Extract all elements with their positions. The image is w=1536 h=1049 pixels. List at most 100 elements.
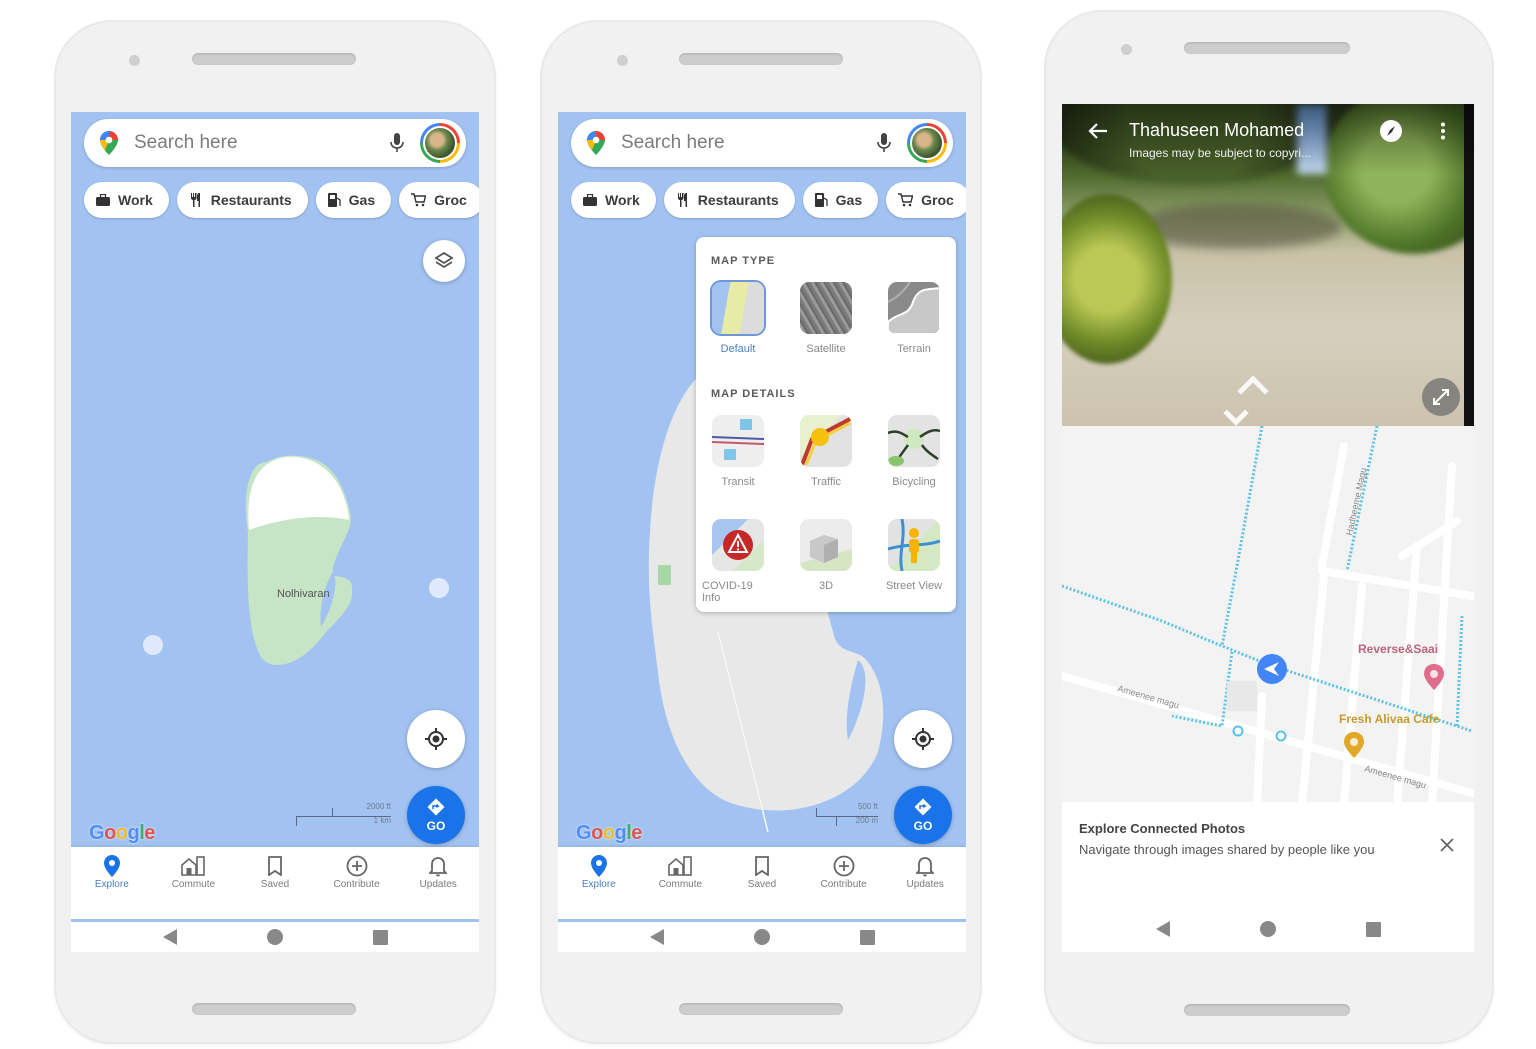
place-label-fresh-alivaa-cafe[interactable]: Fresh Alivaa Cafe <box>1339 712 1439 726</box>
chip-label: Restaurants <box>697 192 779 208</box>
briefcase-icon <box>583 194 597 206</box>
chip-restaurants[interactable]: Restaurants <box>176 182 308 218</box>
chip-label: Work <box>118 192 153 208</box>
screen: Nolhivaran Search here Work Restaurants <box>71 112 479 952</box>
go-directions-button[interactable]: GO <box>894 786 952 844</box>
scale-secondary: 1 km <box>373 816 391 825</box>
more-vert-icon[interactable] <box>1440 122 1446 140</box>
back-triangle-icon[interactable] <box>1155 921 1170 937</box>
system-navigation-bar <box>1062 914 1474 944</box>
updates-bell-icon <box>429 853 448 879</box>
detail-traffic[interactable]: Traffic <box>790 415 862 488</box>
my-location-button[interactable] <box>894 710 952 768</box>
park <box>658 565 671 585</box>
compass-icon[interactable] <box>1380 120 1402 142</box>
navigate-back-arrow[interactable] <box>1223 400 1249 426</box>
search-bar[interactable]: Search here <box>84 119 466 167</box>
google-maps-pin-icon <box>587 131 605 160</box>
back-triangle-icon[interactable] <box>649 929 664 945</box>
navigate-forward-arrow[interactable] <box>1237 375 1269 407</box>
commute-icon <box>667 853 693 879</box>
chip-groceries[interactable]: Groc <box>886 182 966 218</box>
chip-gas[interactable]: Gas <box>315 182 392 218</box>
recents-square-icon[interactable] <box>859 929 875 945</box>
category-chips: Work Restaurants Gas Groc <box>571 182 966 218</box>
chip-restaurants[interactable]: Restaurants <box>663 182 795 218</box>
scale-secondary: 200 m <box>855 816 878 825</box>
front-camera <box>129 55 140 66</box>
detail-bicycling[interactable]: Bicycling <box>878 415 950 488</box>
option-label: Default <box>720 343 756 355</box>
account-avatar[interactable] <box>420 123 460 163</box>
nav-saved[interactable]: Saved <box>236 853 314 890</box>
nav-contribute[interactable]: Contribute <box>805 853 883 890</box>
go-directions-button[interactable]: GO <box>407 786 465 844</box>
screen: Search here Work Restaurants Gas Groc MA… <box>558 112 966 952</box>
explore-pin-icon <box>103 853 120 879</box>
system-navigation-bar <box>71 922 479 952</box>
nav-label: Contribute <box>820 879 867 890</box>
nav-commute[interactable]: Commute <box>154 853 232 890</box>
nav-contribute[interactable]: Contribute <box>318 853 396 890</box>
chip-work[interactable]: Work <box>571 182 656 218</box>
map-type-default[interactable]: Default <box>702 282 774 355</box>
home-circle-icon[interactable] <box>753 929 770 945</box>
chip-label: Gas <box>348 192 376 208</box>
explore-pin-icon <box>590 853 607 879</box>
nav-updates[interactable]: Updates <box>399 853 477 890</box>
my-location-button[interactable] <box>407 710 465 768</box>
street-map-canvas: Ameenee magu Ameenee magu Hadheeme Magu <box>1062 426 1474 804</box>
account-avatar[interactable] <box>907 123 947 163</box>
nav-explore[interactable]: Explore <box>73 853 151 890</box>
google-maps-pin-icon <box>100 131 118 160</box>
briefcase-icon <box>96 194 110 206</box>
chip-groceries[interactable]: Groc <box>399 182 479 218</box>
nav-explore[interactable]: Explore <box>560 853 638 890</box>
detail-transit[interactable]: Transit <box>702 415 774 488</box>
detail-3d[interactable]: 3D <box>790 519 862 592</box>
map-type-satellite[interactable]: Satellite <box>790 282 862 355</box>
back-arrow-icon[interactable] <box>1088 122 1108 140</box>
nav-commute[interactable]: Commute <box>641 853 719 890</box>
search-bar[interactable]: Search here <box>571 119 953 167</box>
microphone-icon[interactable] <box>877 132 891 159</box>
phone-frame-street-view: Thahuseen Mohamed Images may be subject … <box>1046 12 1492 1042</box>
contribute-plus-icon <box>346 853 368 879</box>
search-input[interactable]: Search here <box>621 132 725 154</box>
layers-button[interactable] <box>423 240 465 282</box>
close-icon[interactable] <box>1440 838 1454 852</box>
my-location-icon <box>912 728 934 750</box>
search-input[interactable]: Search here <box>134 132 238 154</box>
nav-label: Updates <box>906 879 944 890</box>
gas-station-icon <box>327 193 341 207</box>
detail-covid-info[interactable]: COVID-19 Info <box>702 519 774 604</box>
nav-label: Saved <box>747 879 777 890</box>
chip-label: Groc <box>921 192 954 208</box>
home-circle-icon[interactable] <box>1259 921 1276 937</box>
nav-saved[interactable]: Saved <box>723 853 801 890</box>
restaurant-icon <box>189 193 203 207</box>
detail-street-view[interactable]: Street View <box>878 519 950 592</box>
scale-bar: 500 ft 200 m <box>816 802 878 832</box>
bottom-speaker <box>679 1003 843 1015</box>
street-map[interactable]: Ameenee magu Ameenee magu Hadheeme Magu … <box>1062 426 1474 804</box>
recents-square-icon[interactable] <box>1365 921 1381 937</box>
layers-icon <box>434 251 454 269</box>
place-label-reverse-saai[interactable]: Reverse&Saai <box>1358 642 1438 656</box>
home-circle-icon[interactable] <box>266 929 283 945</box>
recents-square-icon[interactable] <box>372 929 388 945</box>
google-logo: Google <box>576 822 642 844</box>
updates-bell-icon <box>916 853 935 879</box>
photo-author: Thahuseen Mohamed <box>1129 120 1305 140</box>
chip-gas[interactable]: Gas <box>802 182 879 218</box>
map-type-terrain[interactable]: Terrain <box>878 282 950 355</box>
chip-work[interactable]: Work <box>84 182 169 218</box>
back-triangle-icon[interactable] <box>162 929 177 945</box>
fullscreen-button[interactable] <box>1422 378 1460 416</box>
nav-label: Commute <box>171 879 216 890</box>
microphone-icon[interactable] <box>390 132 404 159</box>
nav-updates[interactable]: Updates <box>886 853 964 890</box>
chip-label: Work <box>605 192 640 208</box>
street-view-photo[interactable]: Thahuseen Mohamed Images may be subject … <box>1062 104 1474 426</box>
nav-label: Saved <box>260 879 290 890</box>
